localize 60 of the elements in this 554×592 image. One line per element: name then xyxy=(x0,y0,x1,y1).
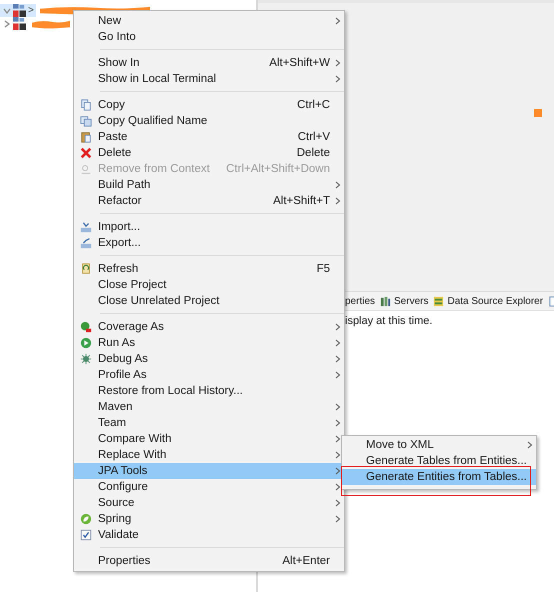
menu-item[interactable]: Delete Delete xyxy=(74,145,344,161)
menu-item[interactable]: Team xyxy=(74,415,344,431)
menu-item[interactable]: Profile As xyxy=(74,367,344,383)
menu-item[interactable]: Compare With xyxy=(74,431,344,447)
chevron-right-icon xyxy=(335,17,341,25)
database-icon xyxy=(433,296,444,306)
menu-item[interactable]: Refactor Alt+Shift+T xyxy=(74,193,344,209)
copy-icon xyxy=(80,99,92,111)
leaf-icon xyxy=(80,513,92,525)
menu-item[interactable]: Close Unrelated Project xyxy=(74,293,344,309)
panel-tab[interactable]: perties xyxy=(345,296,376,306)
panel-tab[interactable]: Servers xyxy=(380,296,428,306)
menu-item[interactable]: Show In Alt+Shift+W xyxy=(74,55,344,71)
bug-icon xyxy=(80,353,92,365)
redaction-mark xyxy=(32,20,70,29)
panel-message: isplay at this time. xyxy=(344,314,434,327)
coverage-icon xyxy=(80,321,92,333)
menu-item[interactable]: Copy Ctrl+C xyxy=(74,97,344,113)
remove-icon xyxy=(80,163,92,175)
menu-item[interactable]: Build Path xyxy=(74,177,344,193)
menu-item[interactable]: Paste Ctrl+V xyxy=(74,129,344,145)
delete-icon xyxy=(80,147,92,159)
menu-item[interactable]: Restore from Local History... xyxy=(74,383,344,399)
menu-item[interactable]: Go Into xyxy=(74,29,344,45)
chevron-right-icon xyxy=(527,441,533,449)
refresh-icon xyxy=(80,263,92,275)
play-icon xyxy=(80,337,92,349)
menu-item[interactable]: Move to XML xyxy=(342,437,536,453)
tree-item[interactable]: > xyxy=(0,4,36,17)
menu-item[interactable]: Debug As xyxy=(74,351,344,367)
menu-item[interactable]: Validate xyxy=(74,527,344,543)
export-icon xyxy=(80,237,92,249)
project-icon xyxy=(13,4,26,17)
servers-icon xyxy=(380,296,392,306)
clipboard-icon xyxy=(80,131,92,143)
menu-item[interactable]: Properties Alt+Enter xyxy=(74,553,344,569)
menu-item[interactable]: Source xyxy=(74,495,344,511)
checkbox-icon xyxy=(80,529,92,541)
menu-item[interactable]: Close Project xyxy=(74,277,344,293)
tree-label: > xyxy=(28,5,34,16)
menu-item[interactable]: Export... xyxy=(74,235,344,251)
menu-item[interactable]: Coverage As xyxy=(74,319,344,335)
menu-item[interactable]: Configure xyxy=(74,479,344,495)
menu-item[interactable]: New xyxy=(74,13,344,29)
menu-item[interactable]: Generate Entities from Tables... xyxy=(342,469,536,485)
menu-item[interactable]: Show in Local Terminal xyxy=(74,71,344,87)
menu-item[interactable]: Replace With xyxy=(74,447,344,463)
menu-item[interactable]: Generate Tables from Entities... xyxy=(342,453,536,469)
menu-item[interactable]: Refresh F5 xyxy=(74,261,344,277)
menu-item[interactable]: Maven xyxy=(74,399,344,415)
menu-item[interactable]: Copy Qualified Name xyxy=(74,113,344,129)
panel-tab[interactable]: Data Source Explorer xyxy=(433,296,544,306)
copy-icon xyxy=(80,115,92,127)
import-icon xyxy=(80,221,92,233)
menu-item[interactable]: JPA Tools xyxy=(74,463,344,479)
project-icon xyxy=(13,17,26,30)
marker xyxy=(534,109,542,117)
menu-item[interactable]: Spring xyxy=(74,511,344,527)
menu-item[interactable]: Import... xyxy=(74,219,344,235)
menu-item[interactable]: Run As xyxy=(74,335,344,351)
